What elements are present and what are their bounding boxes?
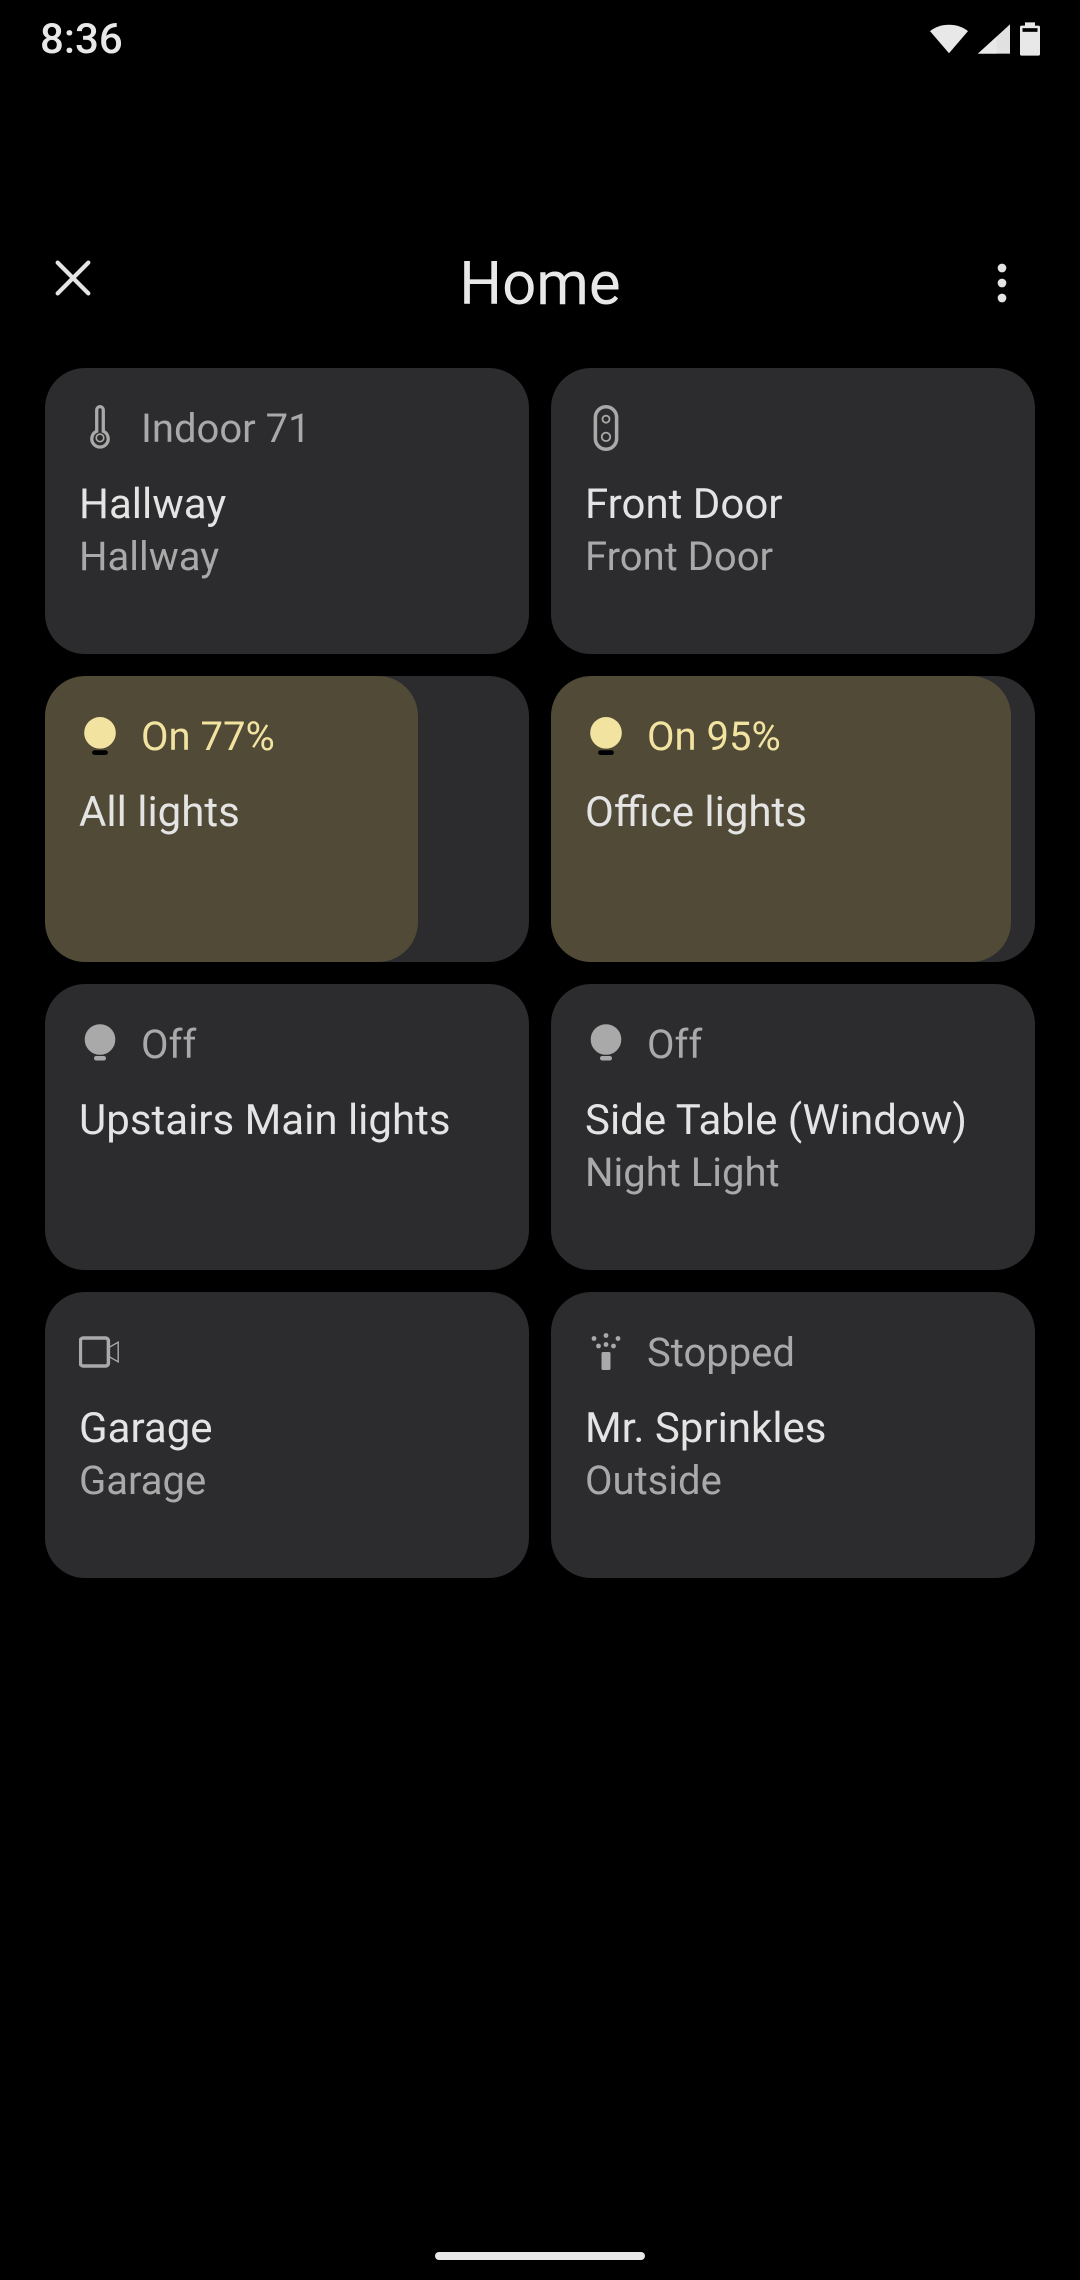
wifi-icon [930, 24, 968, 54]
device-grid: Indoor 71 Hallway Hallway Front Door Fro… [0, 368, 1080, 1578]
card-subtitle: Hallway [79, 533, 499, 580]
card-status: Off [141, 1021, 196, 1068]
bulb-icon [585, 715, 627, 757]
device-card-garage[interactable]: Garage Garage [45, 1292, 529, 1578]
device-card-side-table[interactable]: Off Side Table (Window) Night Light [551, 984, 1035, 1270]
card-name: Garage [79, 1404, 499, 1453]
card-name: Upstairs Main lights [79, 1096, 499, 1145]
header: Home [0, 198, 1080, 368]
device-card-front-door[interactable]: Front Door Front Door [551, 368, 1035, 654]
device-card-all-lights[interactable]: On 77% All lights [45, 676, 529, 962]
card-status: Stopped [647, 1329, 795, 1376]
card-subtitle: Garage [79, 1457, 499, 1504]
card-status: Indoor 71 [141, 405, 311, 452]
device-card-hallway[interactable]: Indoor 71 Hallway Hallway [45, 368, 529, 654]
status-time: 8:36 [40, 15, 123, 64]
thermometer-icon [79, 407, 121, 449]
card-status: On 95% [647, 713, 781, 760]
card-name: All lights [79, 788, 499, 837]
statusbar: 8:36 [0, 0, 1080, 78]
card-subtitle: Front Door [585, 533, 1005, 580]
more-button[interactable] [974, 255, 1030, 311]
doorbell-icon [585, 407, 627, 449]
bulb-icon [79, 715, 121, 757]
page-title: Home [106, 248, 974, 319]
close-button[interactable] [50, 255, 106, 311]
card-name: Side Table (Window) [585, 1096, 1005, 1145]
card-name: Hallway [79, 480, 499, 529]
device-card-sprinkler[interactable]: Stopped Mr. Sprinkles Outside [551, 1292, 1035, 1578]
bulb-outline-icon [79, 1023, 121, 1065]
device-card-upstairs-lights[interactable]: Off Upstairs Main lights [45, 984, 529, 1270]
card-name: Front Door [585, 480, 1005, 529]
card-name: Office lights [585, 788, 1005, 837]
sprinkler-icon [585, 1331, 627, 1373]
card-subtitle: Outside [585, 1457, 1005, 1504]
card-subtitle: Night Light [585, 1149, 1005, 1196]
camera-icon [79, 1331, 121, 1373]
signal-icon [978, 24, 1010, 54]
card-status: On 77% [141, 713, 275, 760]
nav-gesture-bar[interactable] [435, 2252, 645, 2260]
bulb-outline-icon [585, 1023, 627, 1065]
card-status: Off [647, 1021, 702, 1068]
device-card-office-lights[interactable]: On 95% Office lights [551, 676, 1035, 962]
battery-icon [1020, 22, 1040, 56]
card-name: Mr. Sprinkles [585, 1404, 1005, 1453]
